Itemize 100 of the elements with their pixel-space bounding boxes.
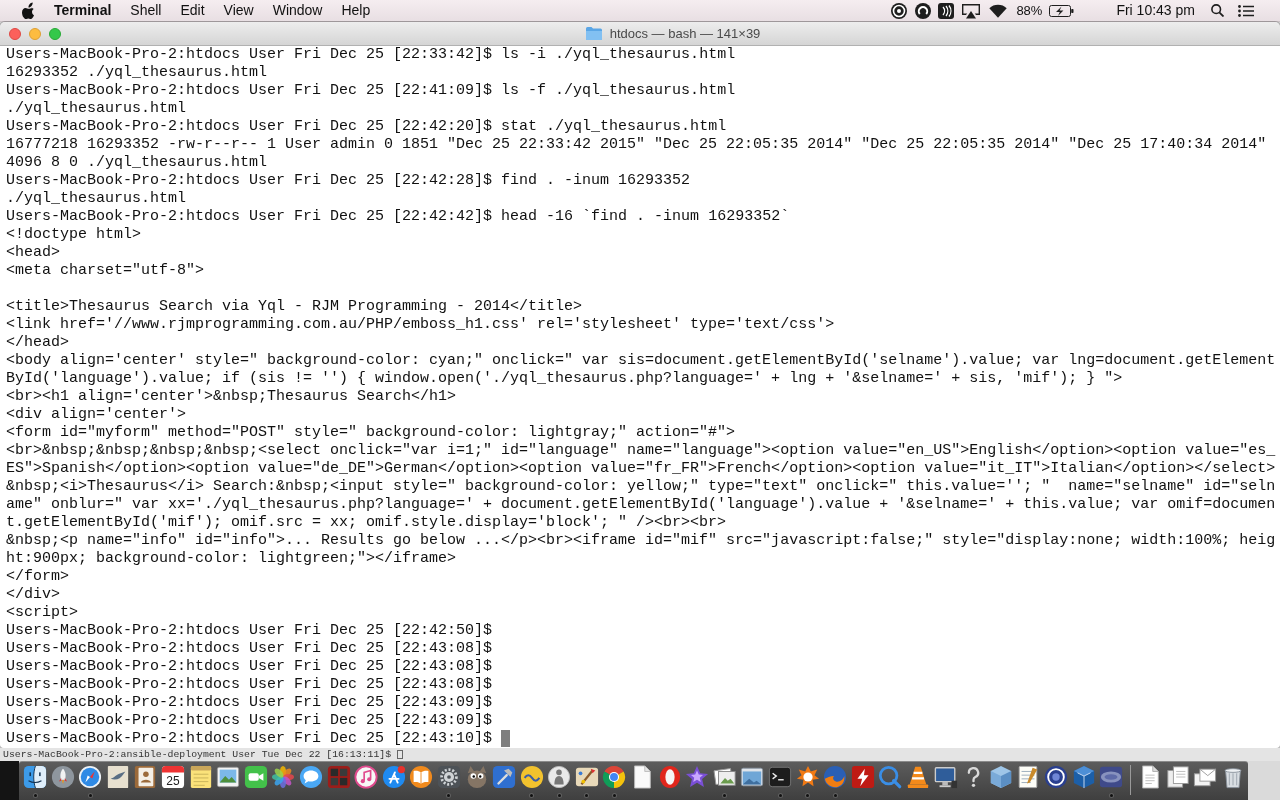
output-text: <br>&nbsp;&nbsp;&nbsp;&nbsp;<select onclick="var i=1;" id="language" name="language"><option value="en_US">English</option><option value="es_ bbox=[6, 442, 1276, 459]
menu-item[interactable]: Window bbox=[272, 0, 323, 21]
command-text: ls -f ./yql_thesaurus.html bbox=[501, 82, 736, 99]
document-stack-icon[interactable] bbox=[1165, 765, 1190, 789]
output-text: &nbsp;<p name="info" id="info">... Results go below ...</p><br><iframe id="mif" src="javascript:false;" style="display:none; width:100%; heig bbox=[6, 532, 1276, 549]
circle-arc-icon[interactable] bbox=[915, 2, 932, 19]
speech-bubble-icon[interactable] bbox=[298, 765, 323, 789]
output-text: <!doctype html> bbox=[6, 226, 142, 243]
traffic-cone-icon[interactable] bbox=[906, 765, 930, 789]
command-text: stat ./yql_thesaurus.html bbox=[501, 118, 727, 135]
sun-icon[interactable] bbox=[795, 765, 820, 789]
output-text: <title>Thesaurus Search via Yql - RJM Programming - 2014</title> bbox=[6, 298, 583, 315]
window-title: htdocs — bash — 141×39 bbox=[609, 24, 761, 43]
photo-stack-icon[interactable] bbox=[712, 765, 737, 789]
menu-clock[interactable]: Fri 10:43 pm bbox=[1116, 0, 1195, 21]
output-text: &nbsp;<i>Thesaurus</i> Search:&nbsp;<input style=" background-color: yellow;" type="text" onclick=" this.value=''; " name="selname" id="seln bbox=[6, 478, 1276, 495]
close-button[interactable] bbox=[9, 27, 21, 40]
output-text: ById('language').value; if (sis != '') { window.open('./yql_thesaurus.php?language=' + lng + '&selname=' + sis, 'mif'); } "> bbox=[6, 370, 1123, 387]
output-text: t.getElementById('mif'); omif.src = xx; omif.style.display='block'; " /><br><br> bbox=[6, 514, 727, 531]
image-window-icon[interactable] bbox=[740, 765, 765, 789]
prompt-text: Users-MacBook-Pro-2:htdocs User Fri Dec 25 [22:33:42]$ bbox=[6, 46, 493, 63]
output-text: </div> bbox=[6, 586, 60, 603]
open-book-icon[interactable] bbox=[409, 765, 434, 789]
oval-emblem-icon[interactable] bbox=[1099, 765, 1124, 789]
battery-icon[interactable] bbox=[1049, 4, 1075, 17]
command-text: ls -i ./yql_thesaurus.html bbox=[501, 46, 736, 63]
flower-icon[interactable] bbox=[271, 765, 296, 789]
figure-circle-icon[interactable] bbox=[547, 765, 572, 789]
apple-logo-icon[interactable] bbox=[21, 2, 35, 19]
command-text: find . -inum 16293352 bbox=[501, 172, 691, 189]
finder-face-icon[interactable] bbox=[23, 765, 47, 789]
rocket-icon[interactable] bbox=[50, 765, 75, 789]
wave-circle-icon[interactable] bbox=[519, 765, 544, 789]
compass-icon[interactable] bbox=[78, 765, 103, 789]
output-text: 16293352 ./yql_thesaurus.html bbox=[6, 64, 268, 81]
prompt-text: Users-MacBook-Pro-2:htdocs User Fri Dec 25 [22:42:20]$ bbox=[6, 118, 493, 135]
feather-card-icon[interactable] bbox=[105, 765, 130, 789]
cube-icon[interactable] bbox=[988, 765, 1013, 789]
calendar-icon[interactable]: 25 bbox=[160, 765, 185, 789]
question-mark-icon[interactable] bbox=[966, 766, 980, 788]
output-text: <form id="myform" method="POST" style=" background-color: lightgray;" action="#"> bbox=[6, 424, 736, 441]
prompt-text: Users-MacBook-Pro-2:htdocs User Fri Dec 25 [22:43:08]$ bbox=[6, 640, 493, 657]
prompt-text: Users-MacBook-Pro-2:htdocs User Fri Dec 25 [22:43:09]$ bbox=[6, 712, 493, 729]
terminal-icon[interactable] bbox=[768, 765, 793, 789]
hammer-icon[interactable] bbox=[492, 765, 517, 789]
output-text: <meta charset="utf-8"> bbox=[6, 262, 205, 279]
prompt-text: Users-MacBook-Pro-2:htdocs User Fri Dec 25 [22:43:08]$ bbox=[6, 658, 493, 675]
video-camera-icon[interactable] bbox=[243, 765, 268, 789]
prompt-text: Users-MacBook-Pro-2:htdocs User Fri Dec 25 [22:42:28]$ bbox=[6, 172, 493, 189]
star-icon[interactable] bbox=[685, 765, 710, 789]
output-text: <head> bbox=[6, 244, 60, 261]
wifi-icon[interactable] bbox=[989, 3, 1008, 18]
monitor-icon[interactable] bbox=[933, 765, 958, 789]
music-note-icon[interactable] bbox=[354, 765, 379, 789]
sound-waves-icon[interactable] bbox=[938, 2, 955, 19]
ring-icon[interactable] bbox=[657, 765, 682, 789]
picture-frame-icon[interactable] bbox=[216, 765, 241, 789]
search-icon[interactable] bbox=[1211, 4, 1224, 17]
menu-item[interactable]: Shell bbox=[130, 0, 162, 21]
shaded-cube-icon[interactable] bbox=[1071, 765, 1096, 789]
prompt-text: Users-MacBook-Pro-2:htdocs User Fri Dec 25 [22:43:08]$ bbox=[6, 676, 493, 693]
notepad-icon[interactable] bbox=[188, 765, 213, 789]
output-text: 16777218 16293352 -rw-r--r-- 1 User admin 0 1851 "Dec 25 22:33:42 2015" "Dec 25 22:05:35 2014" "Dec 25 22:05:35 2014" "Dec 25 17:40:34 2014" bbox=[6, 136, 1267, 153]
output-text: <br><h1 align='center'>&nbsp;Thesaurus Search</h1> bbox=[6, 388, 457, 405]
prompt-text: Users-MacBook-Pro-2:ansible-deployment User Tue Dec 22 [16:13:11]$ bbox=[3, 748, 392, 761]
bolt-tile-icon[interactable] bbox=[850, 765, 875, 789]
four-pane-tile-icon[interactable] bbox=[326, 765, 351, 789]
paintbrush-icon[interactable] bbox=[574, 765, 599, 789]
gear-icon[interactable] bbox=[436, 765, 461, 789]
output-text: ht:900px; background-color: lightgreen;"></iframe> bbox=[6, 550, 457, 567]
app-menu[interactable]: Terminal bbox=[54, 0, 112, 21]
menu-item[interactable]: Help bbox=[341, 0, 371, 21]
output-text: <script> bbox=[6, 604, 78, 621]
ringed-circle-icon[interactable] bbox=[1043, 765, 1068, 789]
prompt-text: Users-MacBook-Pro-2:htdocs User Fri Dec 25 [22:41:09]$ bbox=[6, 82, 493, 99]
list-icon[interactable] bbox=[1238, 4, 1254, 17]
contact-card-icon[interactable] bbox=[133, 765, 158, 789]
battery-percentage: 88% bbox=[1016, 1, 1043, 20]
screen-mirroring-icon[interactable] bbox=[961, 2, 982, 19]
prompt-text: Users-MacBook-Pro-2:htdocs User Fri Dec 25 [22:43:10]$ bbox=[6, 730, 493, 747]
output-text: ./yql_thesaurus.html bbox=[6, 190, 187, 207]
circle-a-icon[interactable] bbox=[381, 765, 406, 789]
output-text: </head> bbox=[6, 334, 69, 351]
prompt-text: Users-MacBook-Pro-2:htdocs User Fri Dec 25 [22:42:50]$ bbox=[6, 622, 493, 639]
menu-item[interactable]: Edit bbox=[180, 0, 205, 21]
output-text: ./yql_thesaurus.html bbox=[6, 100, 187, 117]
folder-icon bbox=[585, 27, 602, 40]
segmented-circle-icon[interactable] bbox=[602, 765, 627, 789]
ring-emblem-icon[interactable] bbox=[891, 2, 908, 19]
command-text: head -16 `find . -inum 16293352` bbox=[501, 208, 790, 225]
output-text: </form> bbox=[6, 568, 69, 585]
output-text: <body align='center' style=" background-color: cyan;" onclick=" var sis=document.getElementById('selname').value; var lng=document.getElement bbox=[6, 352, 1276, 369]
output-text: <div align='center'> bbox=[6, 406, 187, 423]
prompt-text: Users-MacBook-Pro-2:htdocs User Fri Dec 25 [22:43:09]$ bbox=[6, 694, 493, 711]
output-text: ame" onblur=" var xx='./yql_thesaurus.php?language=' + document.getElementById('language').value + '&selname=' + this.value; var omif=documen bbox=[6, 496, 1276, 513]
prompt-text: Users-MacBook-Pro-2:htdocs User Fri Dec 25 [22:42:42]$ bbox=[6, 208, 493, 225]
output-text: ES">Spanish</option><option value="de_DE">German</option><option value="fr_FR">French</option><option value="it_IT">Italian</option></select> bbox=[6, 460, 1276, 477]
menu-item[interactable]: View bbox=[223, 0, 254, 21]
output-text: <link href='//www.rjmprogramming.com.au/PHP/emboss_h1.css' rel='stylesheet' type='text/css'> bbox=[6, 316, 835, 333]
output-text: 4096 8 0 ./yql_thesaurus.html bbox=[6, 154, 268, 171]
